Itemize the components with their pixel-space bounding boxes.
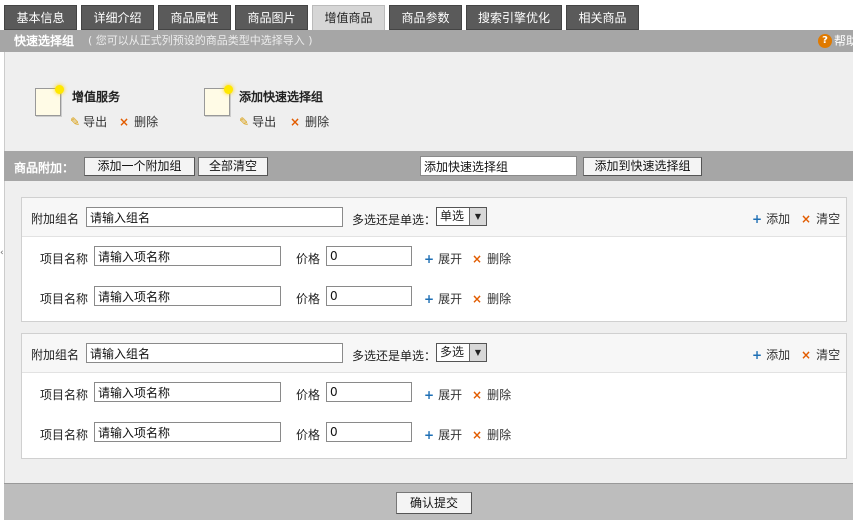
- help-link[interactable]: 帮助: [834, 30, 853, 52]
- x-icon: ×: [472, 292, 483, 306]
- x-icon: ×: [801, 212, 812, 226]
- select-mode-label: 多选还是单选：: [352, 213, 437, 227]
- item-name-input[interactable]: [94, 382, 281, 402]
- plus-icon: +: [424, 292, 435, 306]
- plus-icon: +: [752, 212, 763, 226]
- x-icon: ×: [472, 252, 483, 266]
- item-name-input[interactable]: [94, 286, 281, 306]
- x-icon: ×: [472, 428, 483, 442]
- delete-link[interactable]: × 删除: [290, 113, 329, 130]
- delete-item-link[interactable]: × 删除: [472, 250, 511, 267]
- clear-group-link[interactable]: × 清空: [801, 210, 840, 227]
- addon-group-panel: 附加组名 多选还是单选： 单选▼ +添加 ×清空 项目名称 价格 +展开 ×删除…: [21, 197, 847, 322]
- add-to-quick-group-button[interactable]: 添加到快速选择组: [583, 157, 702, 176]
- item-name-label: 项目名称: [40, 388, 89, 402]
- tab-description[interactable]: 详细介绍: [81, 5, 154, 30]
- export-link[interactable]: ✎ 导出: [70, 113, 107, 130]
- plus-icon: +: [424, 428, 435, 442]
- note-icon: [35, 85, 64, 116]
- add-item-link[interactable]: + 添加: [752, 346, 790, 363]
- x-icon: ×: [472, 388, 483, 402]
- collapse-arrow-icon[interactable]: ‹: [0, 248, 4, 258]
- expand-link[interactable]: + 展开: [424, 426, 462, 443]
- section-title: 快速选择组: [14, 34, 75, 48]
- tab-parameters[interactable]: 商品参数: [389, 5, 462, 30]
- expand-link[interactable]: + 展开: [424, 250, 462, 267]
- select-mode-dropdown[interactable]: 多选 ▼: [436, 343, 487, 362]
- price-input[interactable]: [326, 422, 412, 442]
- plus-icon: +: [424, 252, 435, 266]
- tab-images[interactable]: 商品图片: [235, 5, 308, 30]
- x-icon: ×: [801, 348, 812, 362]
- clear-all-button[interactable]: 全部清空: [198, 157, 268, 176]
- group-name-input[interactable]: [86, 207, 343, 227]
- item-name-label: 项目名称: [40, 292, 89, 306]
- quick-group-name[interactable]: 添加快速选择组: [239, 88, 323, 105]
- submit-button[interactable]: 确认提交: [396, 492, 472, 514]
- price-label: 价格: [296, 252, 321, 266]
- item-name-input[interactable]: [94, 422, 281, 442]
- expand-link[interactable]: + 展开: [424, 386, 462, 403]
- pencil-icon: ✎: [239, 115, 250, 129]
- item-name-label: 项目名称: [40, 428, 89, 442]
- chevron-down-icon: ▼: [469, 344, 486, 361]
- quick-group-name[interactable]: 增值服务: [72, 88, 120, 105]
- add-item-link[interactable]: + 添加: [752, 210, 790, 227]
- x-icon: ×: [119, 115, 130, 129]
- addon-group-panel: 附加组名 多选还是单选： 多选▼ +添加 ×清空 项目名称 价格 +展开 ×删除…: [21, 333, 847, 459]
- price-label: 价格: [296, 388, 321, 402]
- quick-group-card: 添加快速选择组 ✎ 导出 × 删除: [204, 84, 404, 134]
- price-input[interactable]: [326, 286, 412, 306]
- price-label: 价格: [296, 292, 321, 306]
- chevron-down-icon: ▼: [469, 208, 486, 225]
- section-title-bar: 快速选择组 ( 您可以从正式列预设的商品类型中选择导入 ) ? 帮助: [0, 30, 853, 52]
- expand-link[interactable]: + 展开: [424, 290, 462, 307]
- plus-icon: +: [424, 388, 435, 402]
- pencil-icon: ✎: [70, 115, 81, 129]
- item-name-label: 项目名称: [40, 252, 89, 266]
- note-icon: [204, 85, 233, 116]
- group-name-input[interactable]: [86, 343, 343, 363]
- group-name-label: 附加组名: [31, 212, 80, 226]
- tab-value-added[interactable]: 增值商品: [312, 5, 385, 30]
- select-mode-dropdown[interactable]: 单选 ▼: [436, 207, 487, 226]
- x-icon: ×: [290, 115, 301, 129]
- help-icon[interactable]: ?: [818, 34, 832, 48]
- footer-bar: 确认提交: [4, 483, 853, 520]
- delete-item-link[interactable]: × 删除: [472, 386, 511, 403]
- price-label: 价格: [296, 428, 321, 442]
- tab-basic-info[interactable]: 基本信息: [4, 5, 77, 30]
- select-mode-label: 多选还是单选：: [352, 349, 437, 363]
- tab-bar: 基本信息 详细介绍 商品属性 商品图片 增值商品 商品参数 搜索引擎优化 相关商…: [0, 0, 853, 30]
- tab-related[interactable]: 相关商品: [566, 5, 639, 30]
- tab-attributes[interactable]: 商品属性: [158, 5, 231, 30]
- price-input[interactable]: [326, 246, 412, 266]
- delete-item-link[interactable]: × 删除: [472, 290, 511, 307]
- plus-icon: +: [752, 348, 763, 362]
- delete-item-link[interactable]: × 删除: [472, 426, 511, 443]
- add-addon-group-button[interactable]: 添加一个附加组: [84, 157, 195, 176]
- addon-label: 商品附加：: [14, 161, 75, 175]
- group-name-label: 附加组名: [31, 348, 80, 362]
- addon-toolbar: 商品附加： 添加一个附加组 全部清空 添加到快速选择组: [4, 151, 853, 181]
- item-name-input[interactable]: [94, 246, 281, 266]
- section-hint: ( 您可以从正式列预设的商品类型中选择导入 ): [88, 34, 313, 47]
- clear-group-link[interactable]: × 清空: [801, 346, 840, 363]
- price-input[interactable]: [326, 382, 412, 402]
- export-link[interactable]: ✎ 导出: [239, 113, 276, 130]
- delete-link[interactable]: × 删除: [119, 113, 158, 130]
- tab-seo[interactable]: 搜索引擎优化: [466, 5, 562, 30]
- quick-group-name-input[interactable]: [420, 156, 577, 176]
